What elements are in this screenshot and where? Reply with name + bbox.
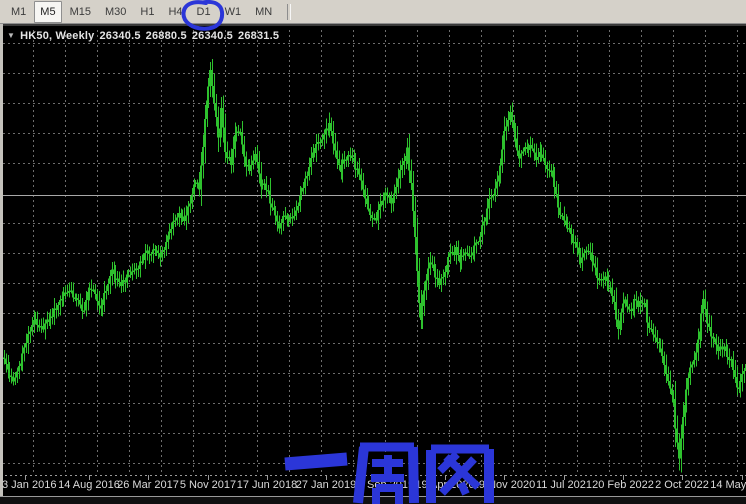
window-bottom-frame bbox=[0, 497, 746, 504]
x-axis-label: 14 May 2023 bbox=[710, 479, 746, 491]
x-axis-label: 14 Aug 2016 bbox=[58, 479, 120, 491]
x-axis-label: 29 Nov 2020 bbox=[473, 479, 535, 491]
x-axis-label: 26 Mar 2017 bbox=[117, 479, 179, 491]
x-axis-label: 2 Oct 2022 bbox=[655, 479, 709, 491]
x-axis: 3 Jan 201614 Aug 201626 Mar 20175 Nov 20… bbox=[0, 479, 746, 495]
timeframe-toolbar: M1 M5 M15 M30 H1 H4 D1 W1 MN bbox=[0, 0, 746, 24]
tf-m30-button[interactable]: M30 bbox=[99, 1, 132, 23]
tf-mn-button[interactable]: MN bbox=[249, 1, 278, 23]
x-axis-label: 17 Jun 2018 bbox=[237, 479, 298, 491]
tf-m15-button[interactable]: M15 bbox=[64, 1, 97, 23]
tf-d1-button[interactable]: D1 bbox=[191, 1, 217, 23]
symbol-period-label: HK50, Weekly bbox=[20, 30, 94, 42]
x-axis-label: 3 Jan 2016 bbox=[2, 479, 56, 491]
tf-w1-button[interactable]: W1 bbox=[219, 1, 248, 23]
tf-h1-button[interactable]: H1 bbox=[134, 1, 160, 23]
app-window: M1 M5 M15 M30 H1 H4 D1 W1 MN ▼ HK50, Week… bbox=[0, 0, 746, 504]
candlestick-chart-canvas[interactable] bbox=[0, 0, 746, 504]
x-axis-label: 27 Jan 2019 bbox=[296, 479, 357, 491]
ohlc-high: 26880.5 bbox=[146, 30, 187, 42]
x-axis-label: 8 Sep 2019 bbox=[358, 479, 414, 491]
chevron-down-icon[interactable]: ▼ bbox=[7, 31, 15, 40]
chart-title: ▼ HK50, Weekly 26340.5 26880.5 26340.5 26831.… bbox=[7, 30, 279, 42]
toolbar-separator bbox=[287, 4, 291, 20]
x-axis-label: 20 Feb 2022 bbox=[592, 479, 654, 491]
tf-h4-button[interactable]: H4 bbox=[162, 1, 188, 23]
x-axis-label: 5 Nov 2017 bbox=[180, 479, 236, 491]
ohlc-open: 26340.5 bbox=[99, 30, 140, 42]
tf-m1-button[interactable]: M1 bbox=[5, 1, 32, 23]
chart-window-left-border bbox=[0, 24, 3, 496]
chart-window-top-border bbox=[0, 24, 746, 26]
ohlc-low: 26340.5 bbox=[192, 30, 233, 42]
x-axis-label: 11 Jul 2021 bbox=[536, 479, 592, 491]
tf-m5-button[interactable]: M5 bbox=[34, 1, 61, 23]
ohlc-close: 26831.5 bbox=[238, 30, 279, 42]
x-axis-label: 19 Apr 2020 bbox=[415, 479, 474, 491]
